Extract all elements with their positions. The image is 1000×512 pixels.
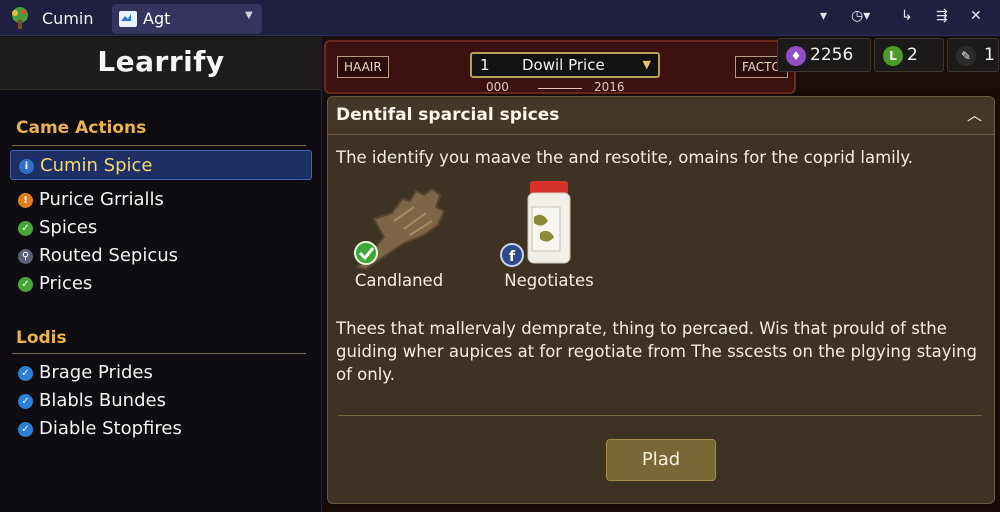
resource-tools[interactable]: ✎ 1 xyxy=(947,38,999,72)
section-divider xyxy=(12,145,306,146)
hand-icon xyxy=(354,187,446,271)
card-negotiates[interactable]: f Negotiates xyxy=(494,177,604,297)
card-label: Negotiates xyxy=(504,271,594,290)
dropdown-icon[interactable]: ▾ xyxy=(820,8,827,24)
section-divider xyxy=(12,353,306,354)
chevron-down-icon: ▼ xyxy=(642,58,651,71)
sidebar: Learrify Came Actions i Cumin Spice ! Pu… xyxy=(0,37,322,512)
sidebar-item-label: Brage Prides xyxy=(39,362,153,383)
dialog-title: Dentifal sparcial spices xyxy=(336,105,560,125)
dialog-body: Thees that mallervaly demprate, thing to… xyxy=(336,319,978,384)
sidebar-item-label: Routed Sepicus xyxy=(39,245,179,266)
sidebar-item-spices[interactable]: ✓ Spices xyxy=(10,213,312,243)
resource-gems[interactable]: ♦ 2256 xyxy=(777,38,871,72)
card-label: Candlaned xyxy=(354,271,444,290)
chevron-down-icon[interactable]: ▼ xyxy=(245,10,253,21)
resource-level[interactable]: L 2 xyxy=(874,38,944,72)
svg-text:f: f xyxy=(509,249,516,265)
sidebar-item-label: Purice Grrialls xyxy=(39,189,164,210)
sidebar-item-brage-prides[interactable]: ✓ Brage Prides xyxy=(10,358,312,388)
banner-tag-left[interactable]: HAAIR xyxy=(337,56,389,78)
section-title-came-actions: Came Actions xyxy=(16,118,147,138)
app-title: Cumin xyxy=(42,9,94,28)
level-icon: L xyxy=(883,46,903,66)
check-icon: ✓ xyxy=(18,277,33,292)
tree-icon xyxy=(8,6,32,30)
logo-bar: Learrify xyxy=(0,37,322,90)
alert-icon: ! xyxy=(18,193,33,208)
card-candlaned[interactable]: Candlaned xyxy=(344,177,454,297)
image-icon xyxy=(119,11,137,27)
tool-icon: ✎ xyxy=(956,46,976,66)
check-icon: ✓ xyxy=(18,422,33,437)
clock-icon[interactable]: ◷▾ xyxy=(851,8,870,24)
section-title-lodis: Lodis xyxy=(16,328,67,348)
sidebar-item-label: Cumin Spice xyxy=(40,155,153,176)
resource-value: 2256 xyxy=(810,45,854,65)
spice-dialog: Dentifal sparcial spices ︿ The identify … xyxy=(327,96,995,504)
price-dropdown-number: 1 xyxy=(480,56,490,74)
sidebar-item-purice-grrialls[interactable]: ! Purice Grrialls xyxy=(10,185,312,215)
dialog-header: Dentifal sparcial spices ︿ xyxy=(328,97,994,135)
sidebar-item-routed-sepicus[interactable]: ⚲ Routed Sepicus xyxy=(10,241,312,271)
sidebar-item-label: Spices xyxy=(39,217,98,238)
title-bar: Cumin Agt ▼ ▾ ◷▾ ↳ ⇶ ✕ xyxy=(0,0,1000,36)
check-icon: ✓ xyxy=(18,366,33,381)
sidebar-item-label: Prices xyxy=(39,273,93,294)
info-icon: i xyxy=(19,159,34,174)
dialog-divider xyxy=(338,415,982,416)
range-line xyxy=(538,88,582,89)
dialog-intro: The identify you maave the and resotite,… xyxy=(336,148,913,167)
sidebar-item-prices[interactable]: ✓ Prices xyxy=(10,269,312,299)
resource-value: 1 xyxy=(984,45,995,65)
resource-value: 2 xyxy=(907,45,918,65)
play-button[interactable]: Plad xyxy=(606,439,716,481)
gem-icon: ♦ xyxy=(786,46,806,66)
close-icon[interactable]: ✕ xyxy=(970,8,982,24)
price-dropdown-label: Dowil Price xyxy=(522,56,605,74)
spice-jar-icon: f xyxy=(500,181,571,267)
sidebar-item-label: Blabls Bundes xyxy=(39,390,166,411)
chevron-up-icon[interactable]: ︿ xyxy=(967,104,982,125)
logo: Learrify xyxy=(97,45,225,78)
check-icon: ✓ xyxy=(18,221,33,236)
check-icon: ✓ xyxy=(18,394,33,409)
layout-icon[interactable]: ⇶ xyxy=(936,8,948,24)
price-dropdown[interactable]: 1 Dowil Price ▼ xyxy=(470,52,660,78)
sidebar-item-diable-stopfires[interactable]: ✓ Diable Stopfires xyxy=(10,414,312,444)
sidebar-item-label: Diable Stopfires xyxy=(39,418,182,439)
runner-icon: ⚲ xyxy=(18,249,33,264)
tab-agt[interactable]: Agt ▼ xyxy=(112,4,262,34)
sidebar-item-cumin-spice[interactable]: i Cumin Spice xyxy=(10,150,312,180)
corner-arrow-icon[interactable]: ↳ xyxy=(901,8,913,24)
tab-label: Agt xyxy=(143,9,171,28)
sidebar-item-blabls-bundes[interactable]: ✓ Blabls Bundes xyxy=(10,386,312,416)
range-start: 000 xyxy=(486,80,509,94)
range-end: 2016 xyxy=(594,80,625,94)
